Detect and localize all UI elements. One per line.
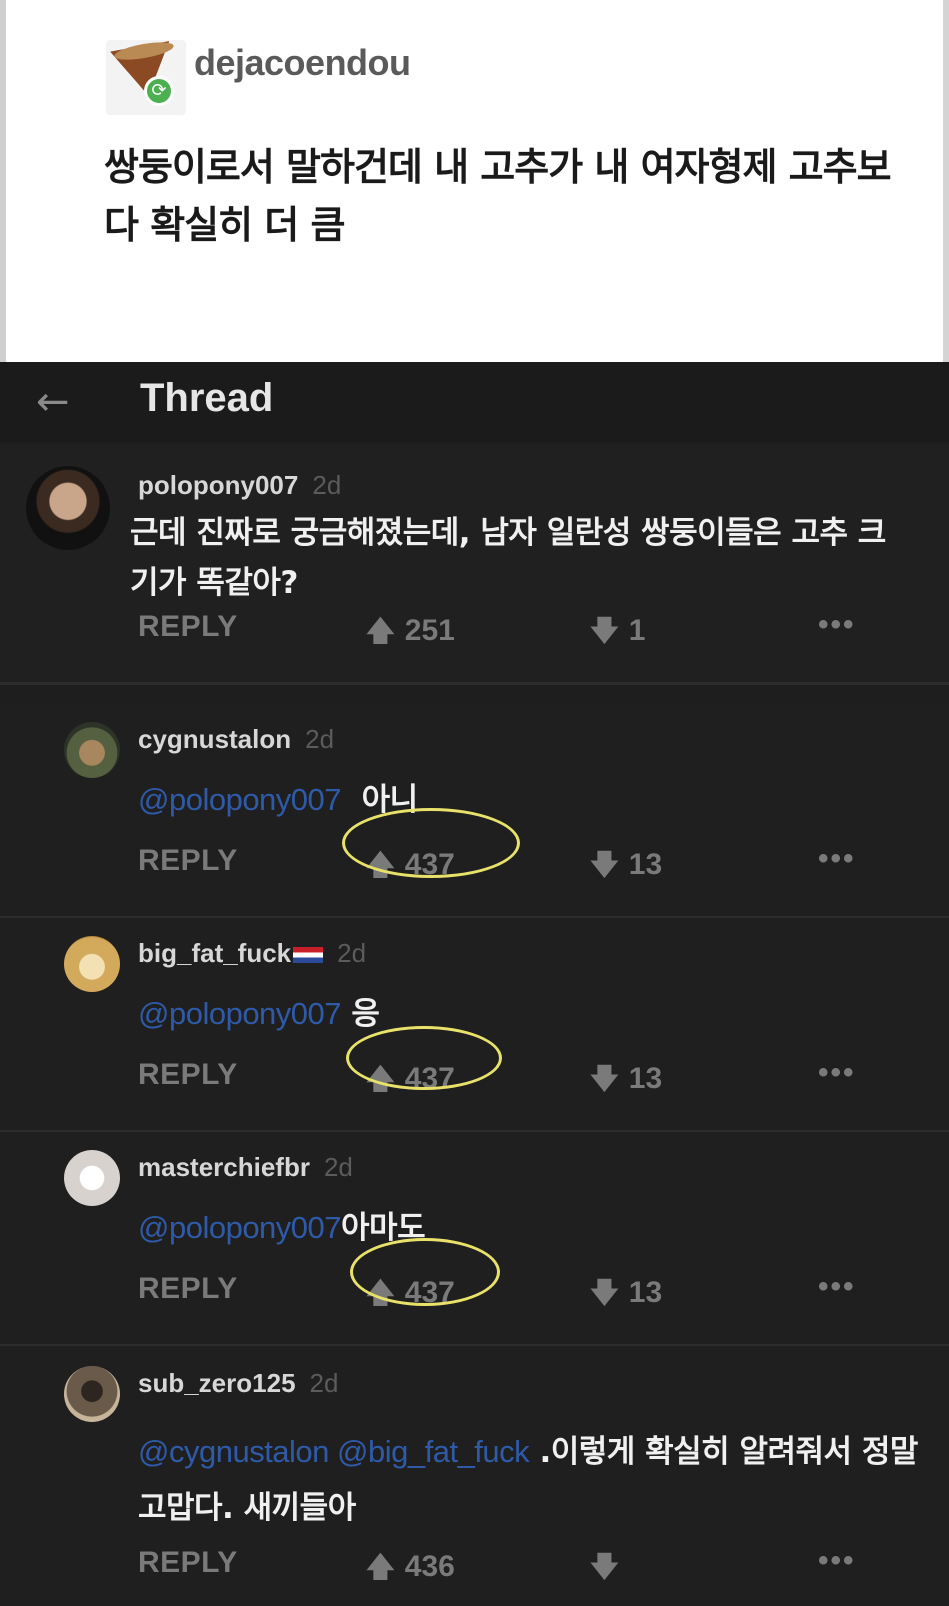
comment-username[interactable]: cygnustalon xyxy=(138,724,291,754)
comment-meta: sub_zero125 2d xyxy=(138,1368,338,1399)
upvote-button[interactable]: 🡅 436 xyxy=(366,1546,455,1594)
comment-text: @polopony007아마도 xyxy=(138,1208,918,1248)
downvote-button[interactable]: 🡇 xyxy=(590,1546,629,1594)
more-dots-icon[interactable]: ••• xyxy=(818,842,856,876)
upvote-button[interactable]: 🡅 251 xyxy=(366,610,455,658)
more-dots-icon[interactable]: ••• xyxy=(818,608,856,642)
upvote-count: 436 xyxy=(404,1550,455,1583)
original-post: ⟳ dejacoendou 쌍둥이로서 말하건데 내 고추가 내 여자형제 고추… xyxy=(0,0,949,362)
comment: polopony007 2d 근데 진짜로 궁금해졌는데, 남자 일란성 쌍둥이들… xyxy=(0,444,949,682)
arrow-up-icon: 🡅 xyxy=(366,1550,395,1583)
avatar[interactable] xyxy=(64,722,120,778)
avatar[interactable] xyxy=(64,1150,120,1206)
comment: big_fat_fuck 2d @polopony007 응 REPLY 🡅 437… xyxy=(0,918,949,1130)
comment-actions: REPLY 🡅 437 🡇 13 ••• xyxy=(0,1026,949,1098)
comment-actions: REPLY 🡅 437 🡇 13 ••• xyxy=(0,808,949,884)
downvote-count: 13 xyxy=(628,848,663,881)
thread-panel: ← Thread polopony007 2d 근데 진짜로 궁금해졌는데, 남자… xyxy=(0,362,949,1606)
mention-link[interactable]: @polopony007 xyxy=(138,1210,342,1245)
thread-header: ← Thread xyxy=(0,362,949,442)
comment: masterchiefbr 2d @polopony007아마도 REPLY 🡅 4… xyxy=(0,1132,949,1344)
arrow-down-icon: 🡇 xyxy=(590,1550,619,1583)
highlight-circle xyxy=(346,1026,502,1090)
more-dots-icon[interactable]: ••• xyxy=(818,1270,856,1304)
arrow-left-icon[interactable]: ← xyxy=(36,380,80,424)
comment: sub_zero125 2d @cygnustalon @big_fat_fuck… xyxy=(0,1346,949,1606)
comment-meta: masterchiefbr 2d xyxy=(138,1152,353,1183)
arrow-down-icon: 🡇 xyxy=(590,1062,619,1095)
comment-actions: REPLY 🡅 437 🡇 13 ••• xyxy=(0,1238,949,1312)
downvote-count: 1 xyxy=(628,614,646,647)
comment-age: 2d xyxy=(312,470,342,500)
upvote-count: 251 xyxy=(404,614,455,647)
reply-button[interactable]: REPLY xyxy=(138,844,238,878)
divider xyxy=(0,682,949,685)
mention-link[interactable]: @cygnustalon @big_fat_fuck xyxy=(138,1434,530,1469)
highlight-circle xyxy=(342,808,520,878)
arrow-up-icon: 🡅 xyxy=(366,614,395,647)
downvote-count: 13 xyxy=(628,1276,663,1309)
comment: cygnustalon 2d @polopony007 아니 REPLY 🡅 437… xyxy=(0,704,949,916)
more-dots-icon[interactable]: ••• xyxy=(818,1544,856,1578)
arrow-down-icon: 🡇 xyxy=(590,1276,619,1309)
downvote-button[interactable]: 🡇 1 xyxy=(590,610,645,658)
comment-text: @polopony007 아니 xyxy=(138,780,918,820)
comment-username[interactable]: sub_zero125 xyxy=(138,1368,296,1398)
downvote-button[interactable]: 🡇 13 xyxy=(590,844,662,892)
comment-actions: REPLY 🡅 436 🡇 ••• xyxy=(0,1544,949,1586)
comment-age: 2d xyxy=(305,724,335,754)
comment-age: 2d xyxy=(337,938,367,968)
netherlands-flag-icon xyxy=(293,947,324,964)
comment-actions: REPLY 🡅 251 🡇 1 ••• xyxy=(0,608,949,650)
avatar[interactable] xyxy=(64,936,120,992)
comment-text: @polopony007 응 xyxy=(138,994,918,1034)
comment-meta: polopony007 2d xyxy=(138,470,341,501)
comment-meta: big_fat_fuck 2d xyxy=(138,938,366,969)
mention-link[interactable]: @polopony007 xyxy=(138,782,342,817)
arrow-down-icon: 🡇 xyxy=(590,848,619,881)
more-dots-icon[interactable]: ••• xyxy=(818,1056,856,1090)
highlight-circle xyxy=(350,1238,500,1306)
comment-age: 2d xyxy=(309,1368,339,1398)
avatar[interactable] xyxy=(26,466,110,550)
post-username[interactable]: dejacoendou xyxy=(194,42,411,84)
downvote-count: 13 xyxy=(628,1062,663,1095)
post-text: 쌍둥이로서 말하건데 내 고추가 내 여자형제 고추보다 확실히 더 큼 xyxy=(104,145,892,247)
avatar[interactable] xyxy=(64,1366,120,1422)
thread-title: Thread xyxy=(140,376,274,420)
mention-link[interactable]: @polopony007 xyxy=(138,996,342,1031)
comment-body: 응 xyxy=(351,996,380,1032)
reply-button[interactable]: REPLY xyxy=(138,610,238,644)
downvote-button[interactable]: 🡇 13 xyxy=(590,1272,662,1320)
comment-username[interactable]: big_fat_fuck xyxy=(138,938,291,968)
arrow-down-icon: 🡇 xyxy=(590,614,619,647)
comment-username[interactable]: masterchiefbr xyxy=(138,1152,310,1182)
reply-button[interactable]: REPLY xyxy=(138,1546,238,1580)
comment-age: 2d xyxy=(323,1152,353,1182)
downvote-button[interactable]: 🡇 13 xyxy=(590,1058,662,1106)
comment-text: @cygnustalon @big_fat_fuck .이렇게 확실히 알려줘서… xyxy=(138,1424,918,1536)
reply-button[interactable]: REPLY xyxy=(138,1058,238,1092)
comment-meta: cygnustalon 2d xyxy=(138,724,334,755)
comment-username[interactable]: polopony007 xyxy=(138,470,298,500)
reblog-icon: ⟳ xyxy=(144,76,174,106)
post-avatar[interactable]: ⟳ xyxy=(106,38,186,115)
reply-button[interactable]: REPLY xyxy=(138,1272,238,1306)
comment-text: 근데 진짜로 궁금해졌는데, 남자 일란성 쌍둥이들은 고추 크기가 똑같아? xyxy=(130,515,886,601)
